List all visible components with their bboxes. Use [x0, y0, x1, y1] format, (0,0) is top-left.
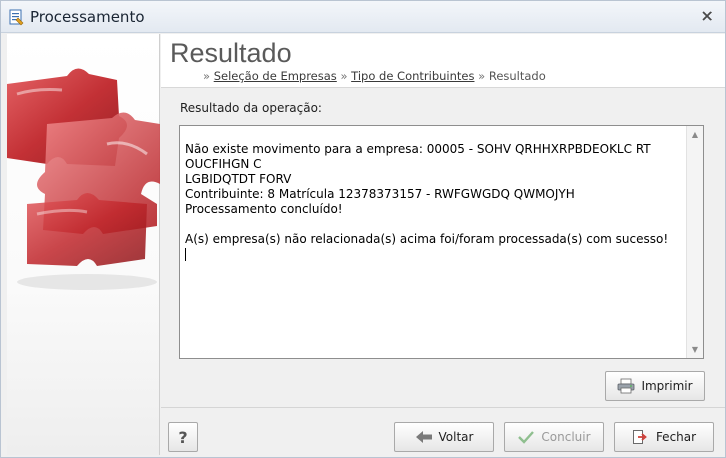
app-document-icon [8, 9, 25, 26]
scroll-up-arrow-icon[interactable]: ▲ [687, 126, 703, 143]
printer-icon [617, 378, 635, 394]
back-button[interactable]: Voltar [394, 422, 494, 452]
result-label: Resultado da operação: [180, 101, 322, 115]
breadcrumb-separator: » [478, 69, 486, 83]
title-bar[interactable]: Processamento [1, 1, 725, 33]
page-title: Resultado [170, 38, 292, 68]
window-title: Processamento [30, 8, 145, 26]
result-line [185, 217, 685, 232]
finish-button-label: Concluir [541, 430, 591, 444]
arrow-left-icon [415, 429, 433, 445]
print-button-label: Imprimir [641, 379, 693, 393]
help-button[interactable]: ? [168, 422, 198, 452]
processing-window: Processamento Resultado » Seleção de Emp… [0, 0, 726, 458]
result-text: Não existe movimento para a empresa: 000… [185, 142, 685, 262]
exit-door-icon [632, 429, 650, 445]
scroll-down-arrow-icon[interactable]: ▼ [687, 341, 703, 358]
result-line: Não existe movimento para a empresa: 000… [185, 142, 655, 171]
back-button-label: Voltar [438, 430, 474, 444]
close-button-label: Fechar [655, 430, 697, 444]
result-line: Processamento concluído! [185, 202, 343, 216]
print-button[interactable]: Imprimir [605, 371, 705, 401]
result-textarea[interactable]: Não existe movimento para a empresa: 000… [179, 125, 704, 359]
breadcrumb-link-selecao-empresas[interactable]: Seleção de Empresas [214, 69, 337, 83]
footer-divider [161, 407, 725, 408]
close-button[interactable]: Fechar [614, 422, 714, 452]
breadcrumb-separator: » [203, 69, 211, 83]
breadcrumb-separator: » [340, 69, 348, 83]
finish-button[interactable]: Concluir [504, 422, 604, 452]
text-caret [185, 247, 685, 262]
main-panel: Resultado » Seleção de Empresas » Tipo d… [161, 34, 725, 455]
close-x-icon[interactable] [699, 8, 715, 24]
result-line: LGBIDQTDT FORV [185, 172, 292, 186]
puzzle-pieces-illustration [7, 68, 160, 290]
breadcrumb-current: Resultado [488, 69, 546, 83]
help-question-icon: ? [178, 427, 188, 447]
wizard-header: Resultado » Seleção de Empresas » Tipo d… [161, 34, 725, 88]
result-line: Contribuinte: 8 Matrícula 12378373157 - … [185, 187, 575, 201]
checkmark-icon [517, 429, 535, 445]
result-line: A(s) empresa(s) não relacionada(s) acima… [185, 232, 669, 246]
breadcrumb-link-tipo-contribuintes[interactable]: Tipo de Contribuintes [351, 69, 474, 83]
vertical-scrollbar[interactable]: ▲ ▼ [686, 126, 703, 358]
breadcrumb: » Seleção de Empresas » Tipo de Contribu… [203, 69, 546, 83]
wizard-side-banner [7, 34, 160, 455]
